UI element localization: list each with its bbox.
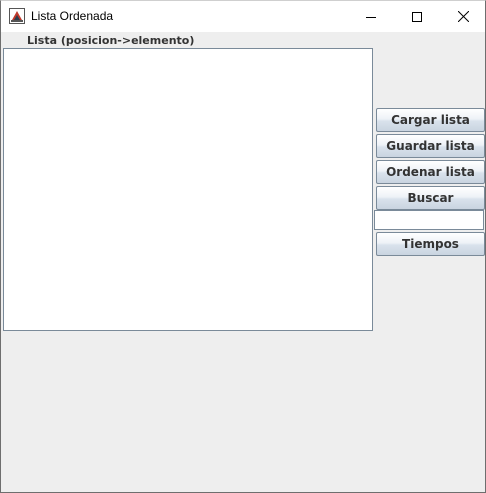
search-button[interactable]: Buscar	[376, 186, 485, 210]
close-button[interactable]	[440, 1, 486, 32]
close-icon	[457, 11, 469, 22]
sort-list-button[interactable]: Ordenar lista	[376, 160, 485, 184]
title-bar[interactable]: Lista Ordenada	[1, 1, 485, 32]
app-window: Lista Ordenada Lista (posicion->elemento…	[0, 0, 486, 493]
window-title: Lista Ordenada	[31, 9, 114, 23]
content-panel: Lista (posicion->elemento) Cargar lista …	[1, 32, 485, 492]
maximize-icon	[412, 11, 422, 22]
search-input[interactable]	[374, 210, 484, 230]
times-button[interactable]: Tiempos	[376, 232, 485, 256]
save-list-button[interactable]: Guardar lista	[376, 134, 485, 158]
list-label: Lista (posicion->elemento)	[27, 34, 195, 47]
minimize-icon	[366, 16, 376, 18]
load-list-button[interactable]: Cargar lista	[376, 108, 485, 132]
sorted-list[interactable]	[3, 48, 373, 331]
minimize-button[interactable]	[348, 1, 394, 32]
java-app-icon	[9, 8, 25, 24]
maximize-button[interactable]	[394, 1, 440, 32]
